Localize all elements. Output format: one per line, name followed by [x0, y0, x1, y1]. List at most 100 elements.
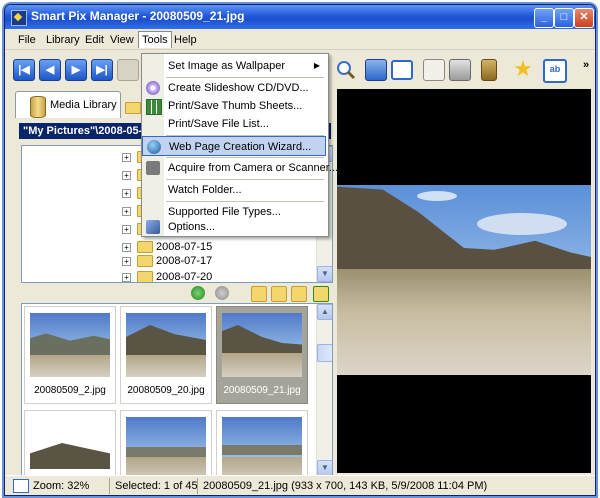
thumbnail-scrollbar[interactable]: ▲ ▼ [316, 304, 332, 476]
properties-icon[interactable] [423, 59, 445, 81]
globe-icon [147, 140, 161, 154]
thumbnail-image [222, 313, 302, 377]
expand-icon[interactable]: + [122, 224, 131, 234]
folder-icon [137, 271, 153, 282]
export-icon[interactable] [481, 59, 497, 81]
menu-help[interactable]: Help [171, 33, 200, 47]
tree-item[interactable]: +2008-07-20 [122, 270, 213, 283]
menu-item-label: Watch Folder... [168, 184, 242, 196]
window-title: Smart Pix Manager - 20080509_21.jpg [31, 9, 245, 23]
tree-item[interactable]: +2008-07-15 [122, 240, 212, 254]
favorite-star-icon[interactable]: ★ [513, 58, 533, 80]
expand-icon[interactable]: + [122, 256, 131, 266]
refresh-folder-icon[interactable] [313, 286, 329, 302]
thumbnail-item-selected[interactable]: 20080509_21.jpg [216, 306, 308, 404]
zoom-icon[interactable] [335, 59, 356, 80]
folder-icon [137, 255, 153, 268]
scroll-thumb[interactable] [317, 344, 332, 362]
scroll-down-icon[interactable]: ▼ [317, 460, 332, 476]
menu-file[interactable]: File [15, 33, 39, 47]
menu-item-create-slideshow[interactable]: Create Slideshow CD/DVD... [142, 78, 326, 98]
status-bar: Zoom: 32% Selected: 1 of 45 20080509_21.… [5, 475, 595, 495]
thumbnail-image [126, 417, 206, 476]
title-bar[interactable]: Smart Pix Manager - 20080509_21.jpg _ □ … [5, 5, 595, 29]
menu-edit[interactable]: Edit [82, 33, 107, 47]
thumbnail-image [126, 313, 206, 377]
minimize-button[interactable]: _ [534, 8, 554, 28]
thumbnail-item[interactable]: 20080509_2.jpg [24, 306, 116, 404]
rotate-icon[interactable] [365, 59, 387, 81]
last-image-icon[interactable]: ▶| [91, 59, 113, 81]
scroll-up-icon[interactable]: ▲ [317, 304, 332, 320]
submenu-arrow-icon: ▶ [313, 61, 320, 70]
menu-item-watch-folder[interactable]: Watch Folder... [142, 180, 326, 200]
app-window: Smart Pix Manager - 20080509_21.jpg _ □ … [4, 4, 596, 496]
first-image-icon[interactable]: |◀ [13, 59, 35, 81]
rename-icon[interactable]: ab [543, 59, 567, 83]
toolbar-overflow-chevron[interactable]: » [583, 59, 589, 71]
database-icon [30, 96, 46, 118]
menu-item-label: Create Slideshow CD/DVD... [168, 82, 309, 94]
print-icon[interactable] [117, 59, 139, 81]
tab-media-library-label: Media Library [50, 99, 117, 111]
menu-tools[interactable]: Tools [138, 31, 172, 48]
tab-media-library[interactable]: Media Library [15, 91, 121, 118]
menu-item-set-wallpaper[interactable]: Set Image as Wallpaper ▶ [142, 56, 326, 76]
thumbnail-item[interactable] [216, 410, 308, 476]
folder-icon [137, 241, 153, 254]
close-button[interactable]: ✕ [574, 8, 594, 28]
menu-item-label: Print/Save Thumb Sheets... [168, 100, 303, 112]
folder-icon [125, 102, 141, 115]
file-info-status: 20080509_21.jpg (933 x 700, 143 KB, 5/9/… [203, 480, 488, 492]
browse-nav-row [15, 283, 331, 303]
menu-item-options[interactable]: Options... [142, 217, 326, 237]
selection-status: Selected: 1 of 45 [115, 480, 198, 492]
expand-icon[interactable]: + [122, 272, 131, 282]
scroll-down-icon[interactable]: ▼ [317, 266, 332, 282]
menu-library[interactable]: Library [43, 33, 83, 47]
expand-icon[interactable]: + [122, 242, 131, 252]
maximize-button[interactable]: □ [554, 8, 574, 28]
thumbnail-image [30, 313, 110, 377]
zoom-status-icon [13, 479, 29, 493]
menu-bar: File Library Edit View Tools Help [5, 31, 595, 50]
menu-item-label: Options... [168, 221, 216, 233]
tree-item[interactable]: +2008-07-17 [122, 254, 212, 268]
menu-item-acquire-camera[interactable]: Acquire from Camera or Scanner... [142, 158, 338, 178]
thumbnail-caption: 20080509_20.jpg [127, 385, 205, 396]
menu-item-print-thumb-sheets[interactable]: Print/Save Thumb Sheets... [142, 96, 326, 116]
previous-image-icon[interactable]: ◀ [39, 59, 61, 81]
thumbnail-grid[interactable]: 20080509_2.jpg 20080509_20.jpg 20080509_… [21, 303, 333, 477]
thumbnail-item[interactable] [24, 410, 116, 476]
new-folder-icon[interactable] [271, 286, 287, 302]
thumbnail-item[interactable]: 20080509_20.jpg [120, 306, 212, 404]
printer-icon[interactable] [449, 59, 471, 81]
thumbnail-caption: 20080509_21.jpg [223, 385, 301, 396]
folder-up-icon[interactable] [251, 286, 267, 302]
thumbnail-caption: 20080509_2.jpg [34, 385, 106, 396]
menu-view[interactable]: View [107, 33, 137, 47]
thumbnail-image [222, 417, 302, 476]
tree-item-label: 2008-07-20 [156, 271, 213, 283]
folder-options-icon[interactable] [291, 286, 307, 302]
camera-icon [146, 161, 160, 175]
next-image-icon[interactable]: ▶ [65, 59, 87, 81]
fit-window-icon[interactable] [391, 60, 413, 80]
menu-item-print-file-list[interactable]: Print/Save File List... [142, 114, 326, 134]
tree-item-label: 2008-07-15 [156, 241, 213, 253]
menu-item-label: Web Page Creation Wizard... [169, 141, 312, 153]
thumbnail-item[interactable] [120, 410, 212, 476]
back-arrow-icon[interactable] [191, 286, 205, 300]
zoom-status: Zoom: 32% [33, 480, 90, 492]
image-viewer[interactable] [337, 89, 591, 473]
app-icon [11, 10, 27, 26]
disc-icon [146, 81, 160, 95]
menu-item-web-page-wizard[interactable]: Web Page Creation Wizard... [142, 136, 326, 156]
menu-item-label: Print/Save File List... [168, 118, 269, 130]
tree-item-label: 2008-07-17 [156, 255, 213, 267]
forward-arrow-icon[interactable] [215, 286, 229, 300]
menu-item-label: Acquire from Camera or Scanner... [168, 162, 338, 174]
preview-image [337, 185, 591, 375]
tools-menu-dropdown: Set Image as Wallpaper ▶ Create Slidesho… [141, 53, 338, 237]
menu-item-label: Set Image as Wallpaper [168, 60, 285, 72]
